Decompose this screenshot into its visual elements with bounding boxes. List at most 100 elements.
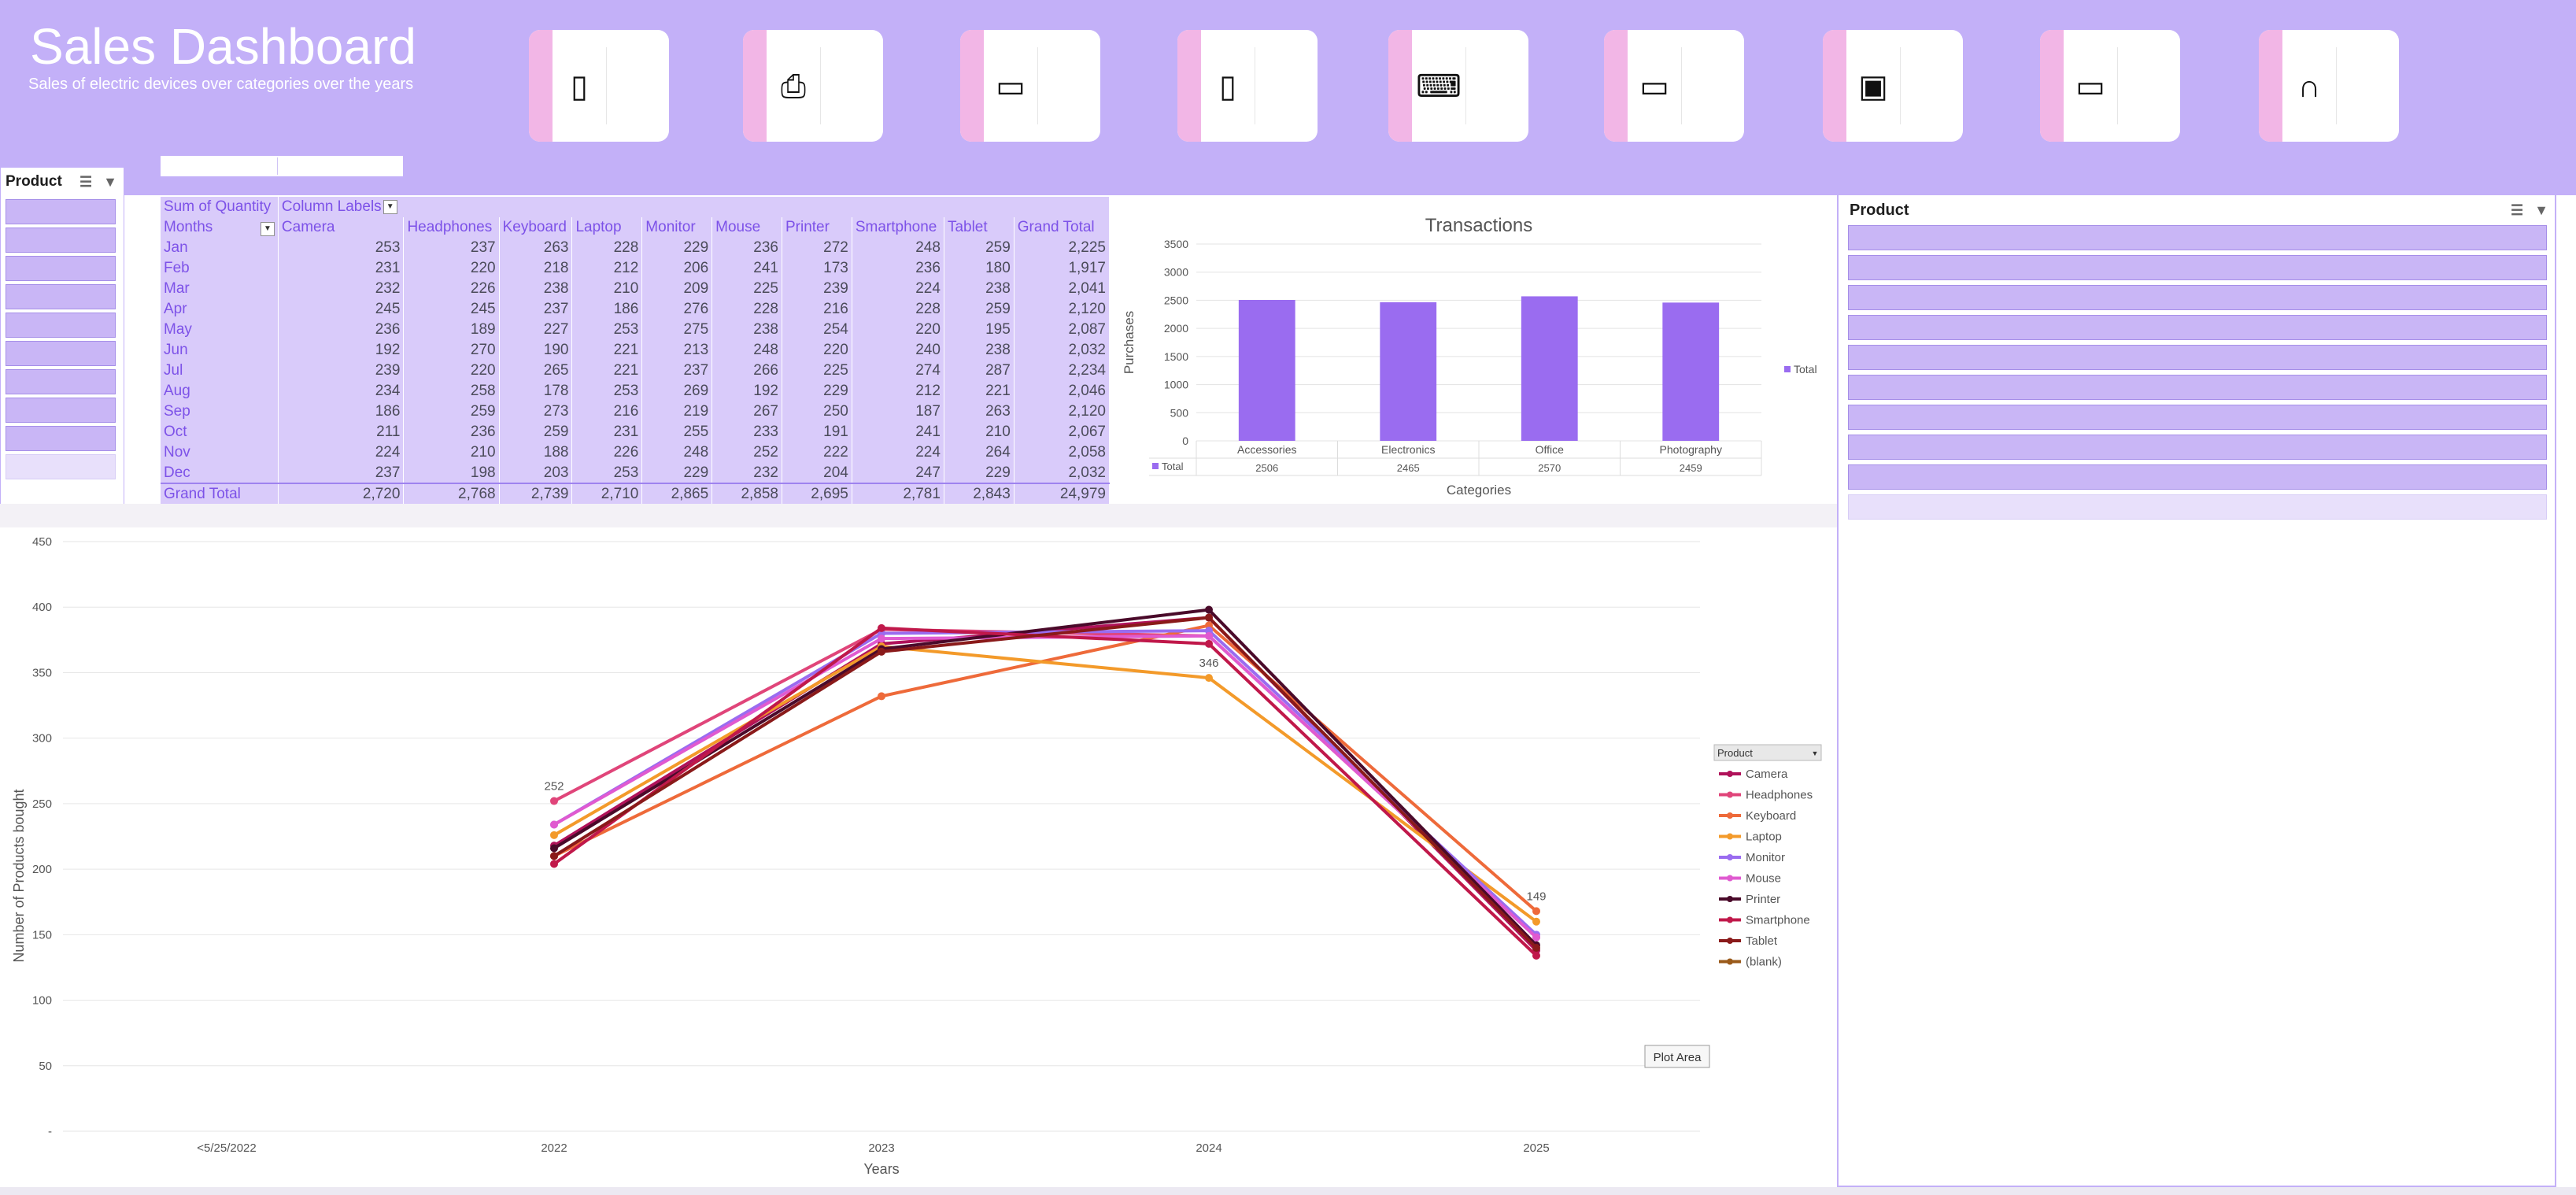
slicer-item[interactable] <box>6 256 116 281</box>
slicer-item[interactable] <box>6 284 116 309</box>
series-point <box>878 623 885 632</box>
series-line <box>553 626 1538 957</box>
search-box[interactable] <box>161 156 403 176</box>
pivot-total-cell: 2,720 <box>278 483 405 504</box>
data-table-value: 2506 <box>1255 462 1278 474</box>
pivot-cell: 238 <box>499 279 573 299</box>
clear-filter-icon[interactable]: ▼ <box>103 174 117 191</box>
pivot-column-header: Keyboard <box>499 217 573 238</box>
pivot-cell: 213 <box>641 340 713 361</box>
column-labels-text: Column Labels <box>281 198 382 215</box>
multi-select-icon[interactable]: ☰ <box>79 174 92 191</box>
slicer-item[interactable] <box>1848 285 2547 310</box>
kpi-accent <box>1177 30 1201 142</box>
pivot-cell: 238 <box>944 340 1015 361</box>
legend-key <box>1784 366 1791 372</box>
pivot-row-header[interactable]: Months ▼ <box>161 217 279 238</box>
pivot-cell: 189 <box>403 320 500 340</box>
pivot-column-header: Grand Total <box>1014 217 1111 238</box>
slicer-item[interactable] <box>6 313 116 338</box>
legend-title: Product <box>1717 747 1753 759</box>
slicer-item[interactable] <box>1848 255 2547 280</box>
series-point <box>550 852 558 860</box>
divider-band <box>0 504 1837 527</box>
slicer-item[interactable] <box>1848 315 2547 340</box>
kpi-card: ▭ <box>960 30 1100 142</box>
pivot-cell: 276 <box>641 299 713 320</box>
kpi-card: ∩ <box>2259 30 2399 142</box>
slicer-item[interactable] <box>1848 464 2547 490</box>
transactions-chart: Transactions 0 500 1000 1500 2000 2500 3000 3500… <box>1116 197 1832 500</box>
mouse-icon: ▯ <box>570 69 588 104</box>
kpi-divider <box>820 47 821 124</box>
pivot-total-cell: 2,843 <box>944 483 1015 504</box>
slicer-item[interactable] <box>6 369 116 394</box>
slicer-item[interactable] <box>6 341 116 366</box>
pivot-cell: 253 <box>571 381 643 401</box>
pivot-corner: Sum of Quantity <box>161 197 279 217</box>
pivot-cell: 238 <box>711 320 782 340</box>
slicer-item[interactable] <box>1848 405 2547 430</box>
legend-label: Headphones <box>1746 789 1813 802</box>
y-tick-label: 300 <box>32 732 52 745</box>
pivot-cell: 220 <box>403 258 500 279</box>
slicer-header: Product ☰ ▼ <box>1 168 124 196</box>
slicer-item[interactable] <box>1848 435 2547 460</box>
pivot-column-header: Monitor <box>641 217 713 238</box>
pivot-cell: 212 <box>571 258 643 279</box>
pivot-cell: 272 <box>782 238 852 258</box>
pivot-row-label: May <box>161 320 279 340</box>
kpi-accent <box>2040 30 2064 142</box>
pivot-row: Oct 211 236 259 231 255 233 191 241 210 2,067 <box>161 422 1111 442</box>
slicer-item[interactable] <box>6 454 116 479</box>
camera-icon: ▣ <box>1858 69 1888 104</box>
pivot-cell: 229 <box>944 463 1015 483</box>
pivot-cell: 180 <box>944 258 1015 279</box>
pivot-cell: 222 <box>782 442 852 463</box>
slicer-item[interactable] <box>6 199 116 224</box>
x-tick-label: 2022 <box>541 1141 567 1155</box>
pivot-column-labels[interactable]: Column Labels ▼ <box>278 197 1111 217</box>
x-tick-label: Accessories <box>1237 443 1296 456</box>
laptop-icon: ▭ <box>2075 69 2105 104</box>
clear-filter-icon[interactable]: ▼ <box>2534 202 2548 219</box>
tablet-icon: ▭ <box>996 69 1026 104</box>
legend-label: Smartphone <box>1746 914 1810 927</box>
pivot-cell: 255 <box>641 422 713 442</box>
y-tick-label: 3500 <box>1164 238 1188 250</box>
slicer-item[interactable] <box>6 426 116 451</box>
pivot-column-header: Camera <box>278 217 405 238</box>
pivot-cell: 2,225 <box>1014 238 1111 258</box>
kpi-divider <box>1681 47 1682 124</box>
pivot-row: May 236 189 227 253 275 238 254 220 195 2,087 <box>161 320 1111 340</box>
pivot-cell: 259 <box>499 422 573 442</box>
y-tick-label: 350 <box>32 666 52 679</box>
slicer-item[interactable] <box>6 398 116 423</box>
pivot-cell: 198 <box>403 463 500 483</box>
legend-label: Monitor <box>1746 851 1785 864</box>
pivot-cell: 2,046 <box>1014 381 1111 401</box>
pivot-cell: 190 <box>499 340 573 361</box>
pivot-cell: 236 <box>403 422 500 442</box>
pivot-cell: 229 <box>641 463 713 483</box>
x-tick-label: 2023 <box>868 1141 894 1155</box>
pivot-row: Feb 231 220 218 212 206 241 173 236 180 1,917 <box>161 258 1111 279</box>
legend-marker <box>1727 896 1733 902</box>
row-filter-dropdown-icon[interactable]: ▼ <box>260 222 275 236</box>
slicer-item[interactable] <box>1848 375 2547 400</box>
slicer-title: Product <box>6 173 62 190</box>
column-filter-dropdown-icon[interactable]: ▼ <box>383 199 397 214</box>
slicer-item[interactable] <box>1848 225 2547 250</box>
legend-marker <box>1727 812 1733 819</box>
slicer-item[interactable] <box>6 228 116 253</box>
pivot-cell: 269 <box>641 381 713 401</box>
slicer-item[interactable] <box>1848 494 2547 520</box>
y-tick-label: 3000 <box>1164 266 1188 279</box>
pivot-cell: 265 <box>499 361 573 381</box>
multi-select-icon[interactable]: ☰ <box>2511 202 2523 219</box>
slicer-item[interactable] <box>1848 345 2547 370</box>
x-tick-label: 2025 <box>1523 1141 1549 1155</box>
pivot-cell: 227 <box>499 320 573 340</box>
pivot-cell: 229 <box>782 381 852 401</box>
y-tick-label: 50 <box>39 1060 52 1073</box>
